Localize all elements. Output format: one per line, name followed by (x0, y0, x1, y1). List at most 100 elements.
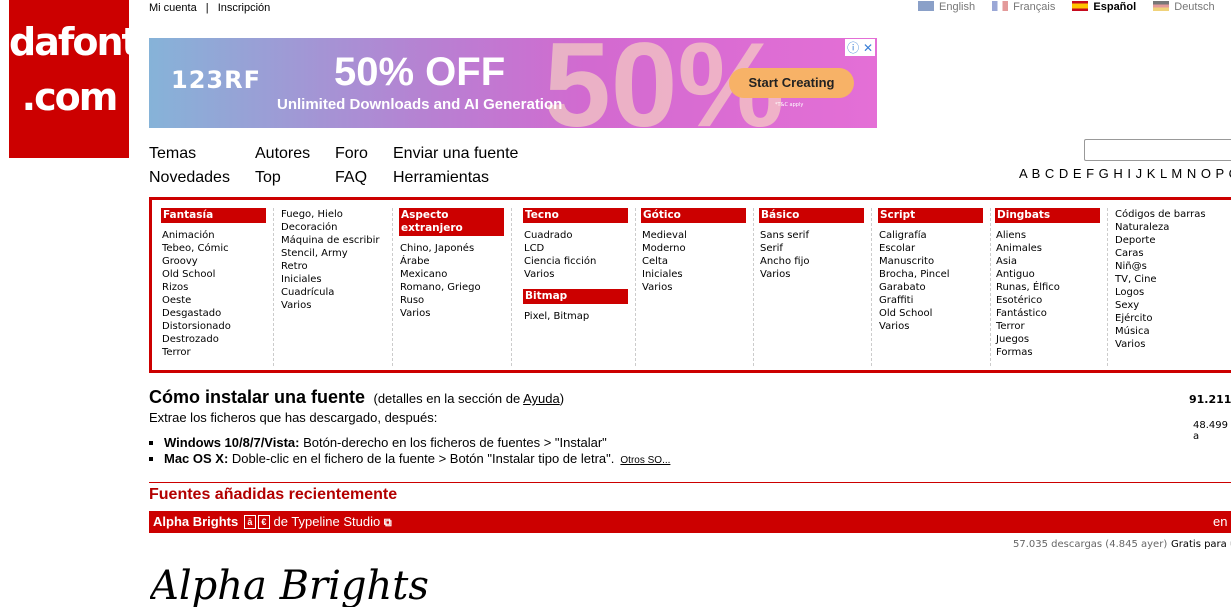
font-preview-image[interactable]: Alpha Brights (150, 557, 470, 607)
lang-german[interactable]: Deutsch (1153, 1, 1215, 13)
category-item[interactable]: Runas, Élfico (995, 281, 1107, 294)
category-header[interactable]: Aspecto extranjero (399, 208, 504, 236)
category-header-bitmap[interactable]: Bitmap (523, 289, 628, 304)
category-item[interactable]: Manuscrito (878, 255, 990, 268)
help-link[interactable]: Ayuda (523, 391, 560, 406)
signup-link[interactable]: Inscripción (218, 2, 271, 14)
nav-authors[interactable]: Autores (255, 142, 310, 166)
ad-close-icon[interactable]: ⓘ ✕ (845, 39, 875, 56)
category-item[interactable]: Deporte (1114, 234, 1226, 247)
nav-forum[interactable]: Foro (335, 142, 368, 166)
category-item[interactable]: Animación (161, 229, 273, 242)
font-author[interactable]: de Typeline Studio (273, 514, 380, 529)
category-item[interactable]: Terror (995, 320, 1107, 333)
category-item[interactable]: Brocha, Pincel (878, 268, 990, 281)
category-item[interactable]: Decoración (280, 221, 392, 234)
category-item[interactable]: Pixel, Bitmap (523, 310, 635, 323)
alphabet-index[interactable]: A B C D E F G H I J K L M N O P Q R (1019, 166, 1231, 181)
external-link-icon[interactable]: ⧉ (384, 517, 392, 529)
category-item[interactable]: Caligrafía (878, 229, 990, 242)
category-item[interactable]: Terror (161, 346, 273, 359)
category-item[interactable]: Varios (523, 268, 635, 281)
category-item[interactable]: Stencil, Army (280, 247, 392, 260)
ad-cta-button[interactable]: Start Creating (729, 68, 854, 98)
category-item[interactable]: Varios (878, 320, 990, 333)
category-item[interactable]: Groovy (161, 255, 273, 268)
category-item[interactable]: Old School (878, 307, 990, 320)
category-item[interactable]: Tebeo, Cómic (161, 242, 273, 255)
category-item[interactable]: Aliens (995, 229, 1107, 242)
category-item[interactable]: Cuadrícula (280, 286, 392, 299)
category-item[interactable]: Asia (995, 255, 1107, 268)
lang-english[interactable]: English (918, 1, 975, 13)
category-item[interactable]: Celta (641, 255, 753, 268)
ad-banner[interactable]: 50% 123RF 50% OFF Unlimited Downloads an… (149, 38, 877, 128)
category-item[interactable]: Varios (399, 307, 511, 320)
nav-top[interactable]: Top (255, 166, 310, 190)
category-item[interactable]: Iniciales (280, 273, 392, 286)
category-item[interactable]: Varios (280, 299, 392, 312)
nav-tools[interactable]: Herramientas (393, 166, 518, 190)
category-item[interactable]: Música (1114, 325, 1226, 338)
category-item[interactable]: Serif (759, 242, 871, 255)
category-item[interactable]: Ancho fijo (759, 255, 871, 268)
category-item[interactable]: Chino, Japonés (399, 242, 511, 255)
category-item[interactable]: Distorsionado (161, 320, 273, 333)
font-category-link[interactable]: en (1213, 511, 1227, 533)
dafont-logo[interactable]: dafont .com (9, 0, 140, 158)
nav-new[interactable]: Novedades (149, 166, 230, 190)
category-item[interactable]: Árabe (399, 255, 511, 268)
lang-spanish[interactable]: Español (1072, 1, 1136, 13)
category-item[interactable]: Fantástico (995, 307, 1107, 320)
nav-faq[interactable]: FAQ (335, 166, 368, 190)
category-item[interactable]: Moderno (641, 242, 753, 255)
category-item[interactable]: Mexicano (399, 268, 511, 281)
category-item[interactable]: LCD (523, 242, 635, 255)
nav-submit-font[interactable]: Enviar una fuente (393, 142, 518, 166)
category-item[interactable]: Varios (641, 281, 753, 294)
category-item[interactable]: Destrozado (161, 333, 273, 346)
nav-themes[interactable]: Temas (149, 142, 230, 166)
category-item[interactable]: Fuego, Hielo (280, 208, 392, 221)
category-item[interactable]: Retro (280, 260, 392, 273)
category-item[interactable]: Garabato (878, 281, 990, 294)
category-item[interactable]: Sexy (1114, 299, 1226, 312)
lang-french[interactable]: Français (992, 1, 1055, 13)
category-item[interactable]: Ciencia ficción (523, 255, 635, 268)
category-item[interactable]: Niñ@s (1114, 260, 1226, 273)
category-item[interactable]: Naturaleza (1114, 221, 1226, 234)
font-name-link[interactable]: Alpha Brights (153, 514, 238, 529)
category-header[interactable]: Tecno (523, 208, 628, 223)
category-item[interactable]: Varios (1114, 338, 1226, 351)
category-item[interactable]: Old School (161, 268, 273, 281)
category-header[interactable]: Fantasía (161, 208, 266, 223)
category-item[interactable]: Escolar (878, 242, 990, 255)
category-item[interactable]: Ruso (399, 294, 511, 307)
category-item[interactable]: Logos (1114, 286, 1226, 299)
search-input[interactable] (1084, 139, 1231, 161)
category-item[interactable]: TV, Cine (1114, 273, 1226, 286)
category-header[interactable]: Básico (759, 208, 864, 223)
category-item[interactable]: Sans serif (759, 229, 871, 242)
category-item[interactable]: Esotérico (995, 294, 1107, 307)
category-item[interactable]: Juegos (995, 333, 1107, 346)
category-header[interactable]: Gótico (641, 208, 746, 223)
category-item[interactable]: Formas (995, 346, 1107, 359)
category-header[interactable]: Dingbats (995, 208, 1100, 223)
category-item[interactable]: Graffiti (878, 294, 990, 307)
my-account-link[interactable]: Mi cuenta (149, 2, 197, 14)
category-item[interactable]: Animales (995, 242, 1107, 255)
category-item[interactable]: Códigos de barras (1114, 208, 1226, 221)
category-item[interactable]: Cuadrado (523, 229, 635, 242)
category-item[interactable]: Desgastado (161, 307, 273, 320)
category-header[interactable]: Script (878, 208, 983, 223)
category-item[interactable]: Caras (1114, 247, 1226, 260)
category-item[interactable]: Rizos (161, 281, 273, 294)
category-item[interactable]: Iniciales (641, 268, 753, 281)
category-item[interactable]: Máquina de escribir (280, 234, 392, 247)
category-item[interactable]: Antiguo (995, 268, 1107, 281)
category-item[interactable]: Oeste (161, 294, 273, 307)
category-item[interactable]: Varios (759, 268, 871, 281)
other-os-link[interactable]: Otros SO... (620, 455, 670, 466)
category-item[interactable]: Ejército (1114, 312, 1226, 325)
